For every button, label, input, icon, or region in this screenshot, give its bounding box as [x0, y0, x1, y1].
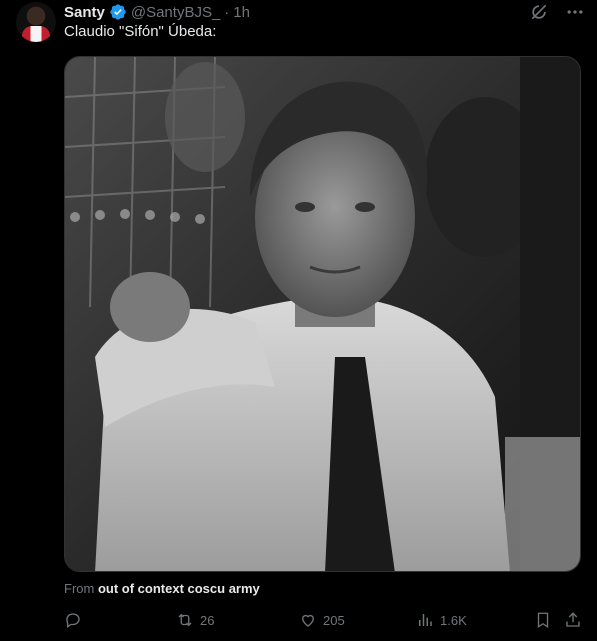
- tweet-header: Santy @SantyBJS_ · 1h: [64, 2, 250, 22]
- bookmark-button[interactable]: [534, 611, 552, 629]
- like-button[interactable]: 205: [299, 611, 345, 629]
- views-icon: [419, 614, 432, 626]
- tweet-text: Claudio "Sifón" Úbeda:: [64, 23, 217, 40]
- tweet-time[interactable]: 1h: [233, 4, 250, 21]
- views-count: 1.6K: [440, 612, 467, 628]
- avatar-shirt: [22, 26, 50, 42]
- tweet-media-video[interactable]: [64, 56, 581, 572]
- retweet-count: 26: [200, 612, 215, 628]
- video-frame: [65, 57, 580, 571]
- from-prefix: From: [64, 581, 95, 596]
- share-icon: [566, 612, 580, 627]
- heart-icon: [302, 614, 314, 627]
- reply-button[interactable]: [64, 611, 88, 629]
- author-avatar[interactable]: [16, 2, 56, 42]
- like-count: 205: [323, 612, 345, 628]
- retweet-icon: [178, 613, 192, 627]
- from-source-link[interactable]: out of context coscu army: [98, 581, 260, 596]
- views-button[interactable]: 1.6K: [416, 611, 467, 629]
- author-handle[interactable]: @SantyBJS_: [131, 4, 220, 21]
- retweet-button[interactable]: 26: [176, 611, 214, 629]
- tweet-top-actions: [529, 2, 585, 22]
- more-icon[interactable]: [565, 2, 585, 22]
- separator-dot: ·: [224, 3, 230, 21]
- grok-icon[interactable]: [529, 2, 549, 22]
- reply-icon: [66, 613, 80, 629]
- tweet-actions: 26 205 1.6K: [64, 608, 584, 632]
- verified-badge-icon: [109, 3, 127, 21]
- author-name[interactable]: Santy: [64, 4, 105, 21]
- media-source: From out of context coscu army: [64, 581, 260, 596]
- bookmark-icon: [537, 612, 549, 629]
- share-button[interactable]: [564, 611, 582, 629]
